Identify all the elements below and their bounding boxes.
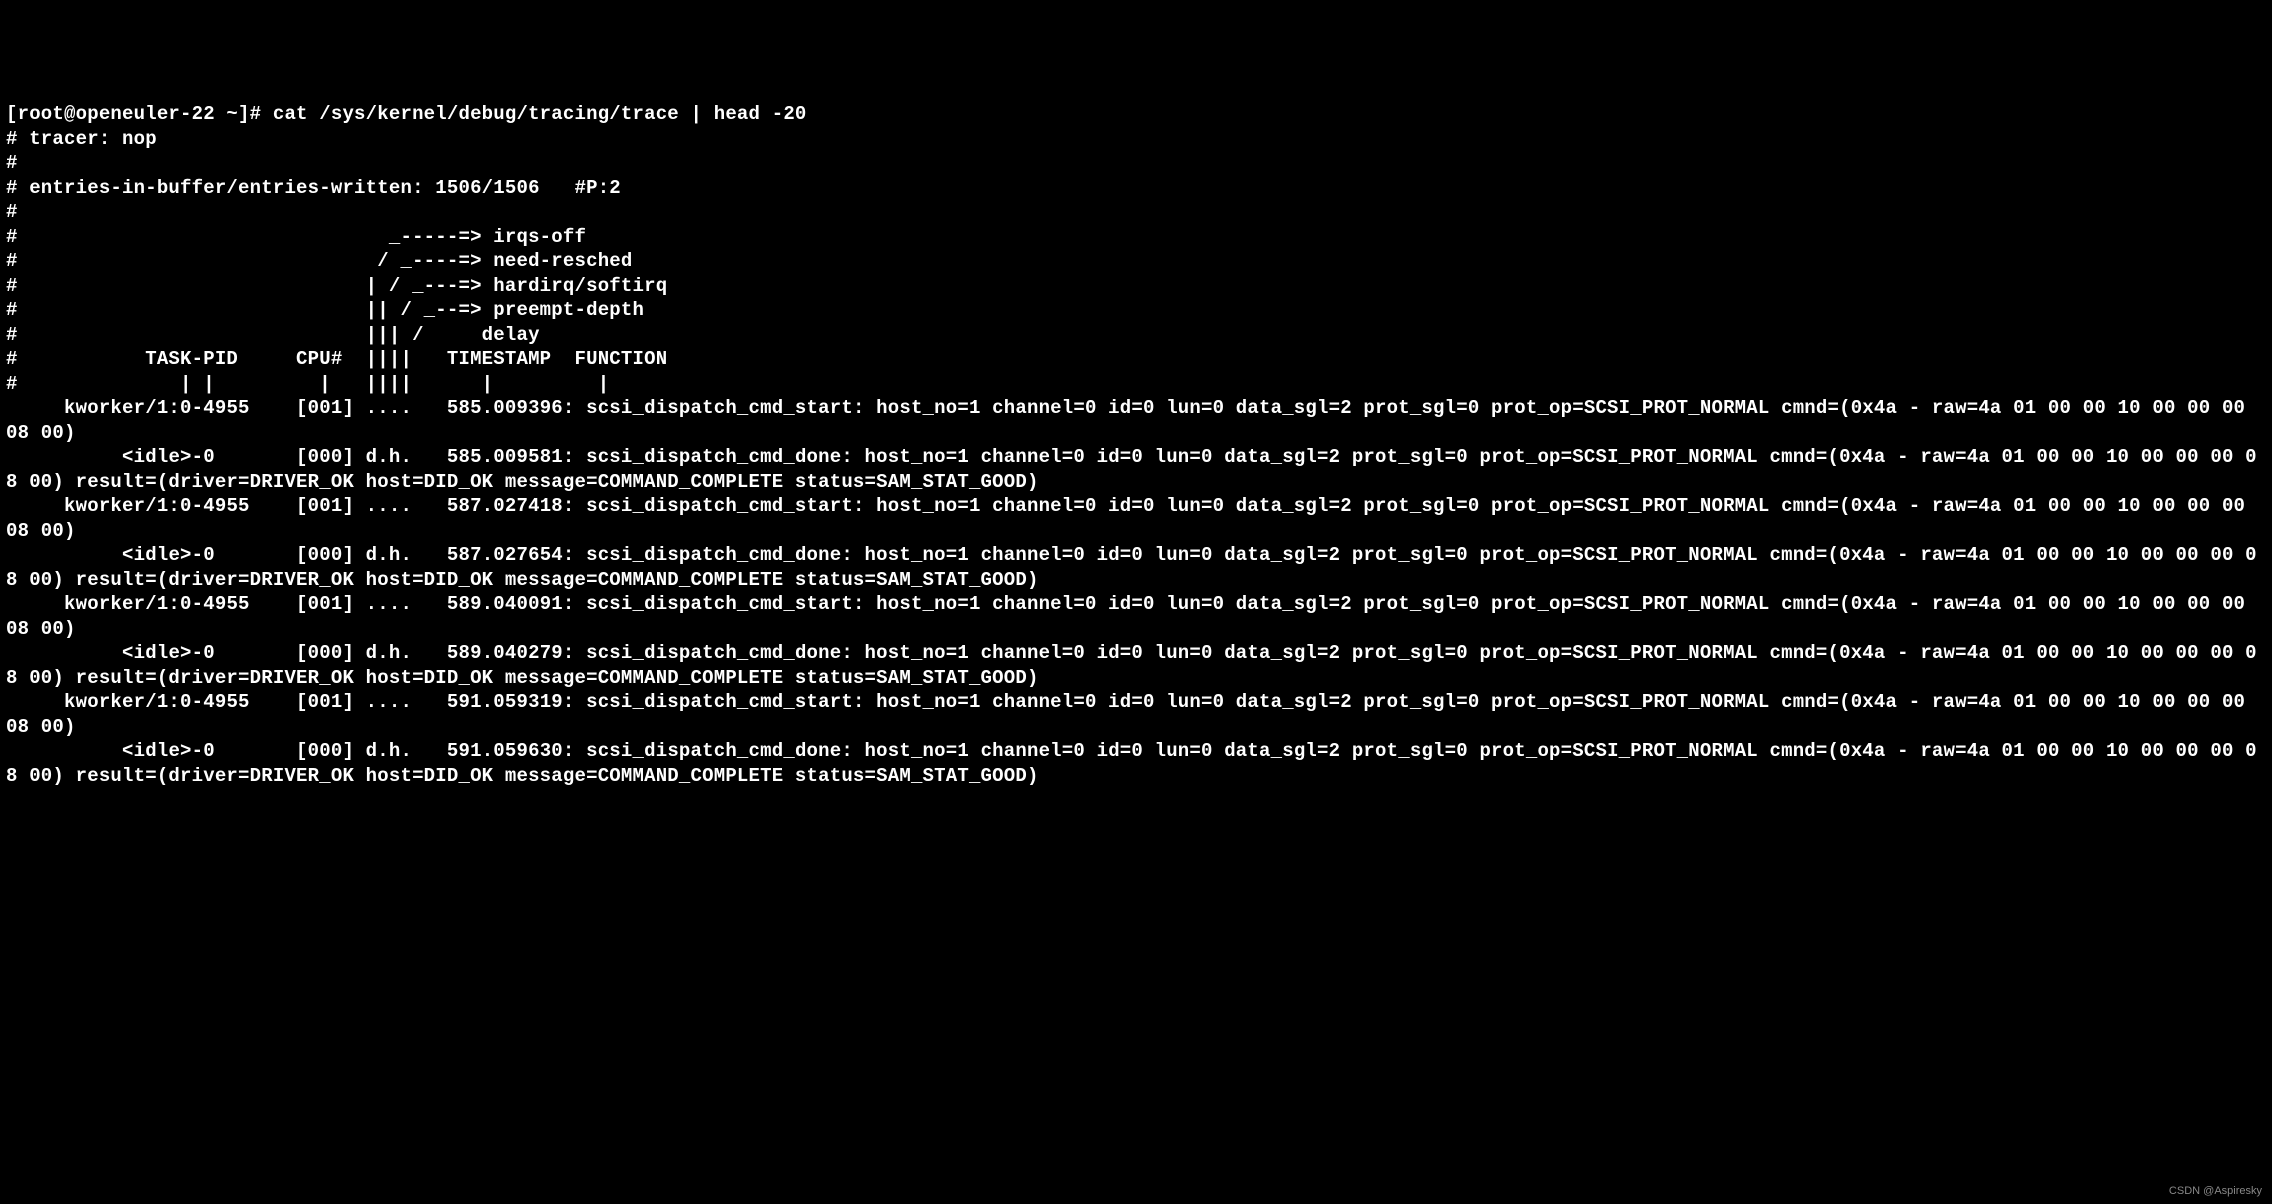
trace-entry: kworker/1:0-4955 [001] .... 589.040091: … xyxy=(6,593,2257,640)
trace-header-line: # xyxy=(6,152,18,174)
trace-header-line: # ||| / delay xyxy=(6,324,540,346)
trace-header-line: # xyxy=(6,201,18,223)
trace-entry: <idle>-0 [000] d.h. 589.040279: scsi_dis… xyxy=(6,642,2257,689)
trace-entry: kworker/1:0-4955 [001] .... 585.009396: … xyxy=(6,397,2257,444)
trace-entry: <idle>-0 [000] d.h. 587.027654: scsi_dis… xyxy=(6,544,2257,591)
trace-header-line: # | | | |||| | | xyxy=(6,373,609,395)
watermark-text: CSDN @Aspiresky xyxy=(2169,1184,2262,1198)
trace-header-line: # _-----=> irqs-off xyxy=(6,226,586,248)
trace-entry: <idle>-0 [000] d.h. 591.059630: scsi_dis… xyxy=(6,740,2257,787)
trace-entry: kworker/1:0-4955 [001] .... 591.059319: … xyxy=(6,691,2257,738)
trace-header-line: # entries-in-buffer/entries-written: 150… xyxy=(6,177,621,199)
shell-command: cat /sys/kernel/debug/tracing/trace | he… xyxy=(273,103,807,125)
trace-entry: kworker/1:0-4955 [001] .... 587.027418: … xyxy=(6,495,2257,542)
trace-header-line: # / _----=> need-resched xyxy=(6,250,633,272)
shell-prompt: [root@openeuler-22 ~]# xyxy=(6,103,273,125)
trace-entry: <idle>-0 [000] d.h. 585.009581: scsi_dis… xyxy=(6,446,2257,493)
terminal-output: [root@openeuler-22 ~]# cat /sys/kernel/d… xyxy=(6,102,2266,788)
trace-header-line: # | / _---=> hardirq/softirq xyxy=(6,275,667,297)
trace-header-line: # TASK-PID CPU# |||| TIMESTAMP FUNCTION xyxy=(6,348,667,370)
trace-header-line: # || / _--=> preempt-depth xyxy=(6,299,644,321)
trace-header-line: # tracer: nop xyxy=(6,128,157,150)
